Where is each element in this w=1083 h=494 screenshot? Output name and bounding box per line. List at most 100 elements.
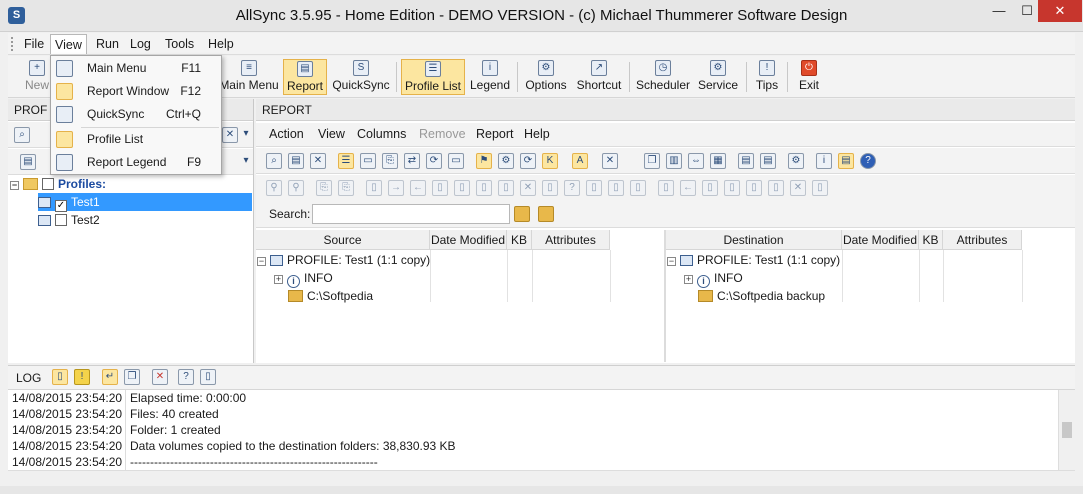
tree-item-test1[interactable]: ✓ Test1 (38, 193, 252, 212)
doc-left-icon[interactable]: ← (680, 180, 696, 196)
copy-icon[interactable]: ⎘ (382, 153, 398, 169)
doc-delete-icon[interactable]: ✕ (790, 180, 806, 196)
print-icon[interactable]: ▤ (288, 153, 304, 169)
list-icon[interactable]: ☰ (338, 153, 354, 169)
window-icon[interactable]: ❐ (644, 153, 660, 169)
log-export-icon[interactable]: ↵ (102, 369, 118, 385)
options-button[interactable]: ⚙ Options (522, 59, 570, 95)
service-button[interactable]: ⚙ Service (695, 59, 741, 95)
file-move-icon[interactable]: ▯ (630, 180, 646, 196)
tips-button[interactable]: ! Tips (751, 59, 783, 95)
profile-icon[interactable]: ▤ (20, 154, 36, 170)
report-menu-help[interactable]: Help (524, 127, 550, 141)
report-menu-view[interactable]: View (318, 127, 345, 141)
menu-help[interactable]: Help (204, 34, 238, 54)
split-icon[interactable]: ▦ (710, 153, 726, 169)
exit-button[interactable]: ⏻ Exit (792, 59, 826, 95)
report-menu-columns[interactable]: Columns (357, 127, 406, 141)
warning-icon[interactable]: ! (74, 369, 90, 385)
quicksync-button[interactable]: S QuickSync (330, 59, 392, 95)
filter-icon[interactable]: ⚑ (476, 153, 492, 169)
search-icon[interactable]: ⌕ (14, 127, 30, 143)
log-row[interactable]: 14/08/2015 23:54:20 Files: 40 created (8, 406, 1058, 422)
log-row[interactable]: 14/08/2015 23:54:20 Folder: 1 created (8, 422, 1058, 438)
file-icon[interactable]: ▯ (366, 180, 382, 196)
maximize-button[interactable]: ☐ (1013, 0, 1041, 22)
file-next-icon[interactable]: ▯ (586, 180, 602, 196)
destination-kb-header[interactable]: KB (919, 230, 943, 250)
log-help-icon[interactable]: ? (178, 369, 194, 385)
compare-icon[interactable]: ⇔ (688, 153, 704, 169)
refresh-icon[interactable]: ⟳ (520, 153, 536, 169)
source-row-folder[interactable]: C:\Softpedia (288, 287, 373, 305)
help-icon[interactable]: ? (860, 153, 876, 169)
destination-date-header[interactable]: Date Modified (842, 230, 919, 250)
menu-log[interactable]: Log (126, 34, 155, 54)
destination-column-header[interactable]: Destination (666, 230, 842, 250)
log-row[interactable]: 14/08/2015 23:54:20 Data volumes copied t… (8, 438, 1058, 454)
report-menu-action[interactable]: Action (269, 127, 304, 141)
tree-root[interactable]: − Profiles: (10, 175, 106, 193)
file-edit-icon[interactable]: ▯ (476, 180, 492, 196)
doc-edit-icon[interactable]: ▯ (746, 180, 762, 196)
log-row[interactable]: 14/08/2015 23:54:20 ---------------------… (8, 454, 1058, 470)
shortcut-button[interactable]: ↗ Shortcut (573, 59, 625, 95)
destination-row-profile[interactable]: − PROFILE: Test1 (1:1 copy) (667, 251, 840, 269)
source-row-profile[interactable]: − PROFILE: Test1 (1:1 copy) (257, 251, 430, 269)
checkbox[interactable] (55, 214, 67, 226)
settings-icon[interactable]: ⚙ (788, 153, 804, 169)
search-destination-icon[interactable] (538, 206, 554, 222)
file-new-icon[interactable]: ▯ (454, 180, 470, 196)
sync-icon[interactable]: ⟳ (426, 153, 442, 169)
tree-item-test2[interactable]: Test2 (38, 211, 100, 229)
folder-open-icon[interactable]: ▭ (360, 153, 376, 169)
source-attributes-header[interactable]: Attributes (532, 230, 610, 250)
move-icon[interactable]: ⇄ (404, 153, 420, 169)
gear-icon[interactable]: ⚙ (498, 153, 514, 169)
clear-filter-icon[interactable]: ✕ (222, 127, 238, 143)
search-source-icon[interactable] (514, 206, 530, 222)
filter-icon[interactable]: ⚲ (266, 180, 282, 196)
doc-link-icon[interactable]: ▯ (812, 180, 828, 196)
file-search-icon[interactable]: ▯ (498, 180, 514, 196)
menu-file[interactable]: File (20, 34, 48, 54)
scrollbar-thumb[interactable] (1062, 422, 1072, 438)
doc-new-icon[interactable]: ▯ (724, 180, 740, 196)
collapse-icon[interactable]: − (10, 181, 19, 190)
chevron-down-icon[interactable]: ▾ (242, 154, 250, 170)
profile-list-button[interactable]: ☰ Profile List (401, 59, 465, 95)
menu-view[interactable]: View (50, 34, 87, 54)
print-error-icon[interactable]: ▤ (738, 153, 754, 169)
doc-search-icon[interactable]: ▯ (768, 180, 784, 196)
file-help-icon[interactable]: ? (564, 180, 580, 196)
copy-icon[interactable]: ⎘ (316, 180, 332, 196)
view-menu-report-window[interactable]: Report Window F12 (51, 80, 221, 103)
folder-icon[interactable]: ▭ (448, 153, 464, 169)
file-right-icon[interactable]: → (388, 180, 404, 196)
tools-icon[interactable]: ✕ (602, 153, 618, 169)
scheduler-button[interactable]: ◷ Scheduler (634, 59, 692, 95)
file-prev-icon[interactable]: ▯ (608, 180, 624, 196)
funnel-icon[interactable]: ⚲ (288, 180, 304, 196)
file-link-icon[interactable]: ▯ (542, 180, 558, 196)
chevron-down-icon[interactable]: ▾ (242, 127, 250, 143)
info-icon[interactable]: i (816, 153, 832, 169)
preview-icon[interactable]: ⌕ (266, 153, 282, 169)
minimize-button[interactable]: — (985, 0, 1013, 22)
doc-icon[interactable]: ▯ (658, 180, 674, 196)
menu-run[interactable]: Run (92, 34, 123, 54)
menu-tools[interactable]: Tools (161, 34, 198, 54)
report-menu-report[interactable]: Report (476, 127, 514, 141)
checkbox[interactable] (42, 178, 54, 190)
log-window-icon[interactable]: ❐ (124, 369, 140, 385)
doc-copy-icon[interactable]: ▯ (702, 180, 718, 196)
view-menu-profile-list[interactable]: Profile List (51, 128, 221, 151)
file-delete-icon[interactable]: ✕ (520, 180, 536, 196)
log-delete-icon[interactable]: ✕ (152, 369, 168, 385)
source-date-header[interactable]: Date Modified (430, 230, 507, 250)
source-column-header[interactable]: Source (256, 230, 430, 250)
legend-button[interactable]: i Legend (467, 59, 513, 95)
view-menu-report-legend[interactable]: Report Legend F9 (51, 151, 221, 174)
search-input[interactable] (312, 204, 510, 224)
menubar-grip[interactable] (11, 37, 14, 51)
